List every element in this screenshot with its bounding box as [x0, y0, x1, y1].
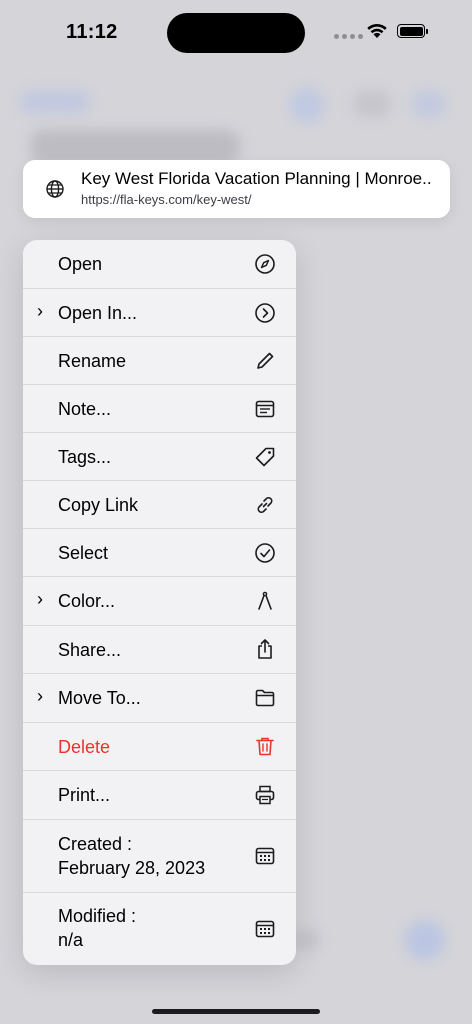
menu-item-label: Select [58, 543, 109, 563]
globe-icon [46, 180, 64, 198]
menu-item-label: Move To... [58, 688, 141, 708]
link-preview-card[interactable]: Key West Florida Vacation Planning | Mon… [23, 160, 450, 218]
folder-icon [255, 689, 275, 707]
blurred-toolbar-icon [412, 90, 446, 118]
created-heading: Created : [58, 834, 133, 854]
created-date: February 28, 2023 [58, 858, 206, 878]
menu-item-tags[interactable]: Tags... [23, 433, 296, 481]
link-url: https://fla-keys.com/key-west/ [81, 192, 252, 207]
modified-label: Modified : n/a [58, 904, 136, 952]
chevron-right-icon: › [37, 589, 43, 609]
status-bar: 11:12 [0, 0, 472, 60]
blurred-back-button [20, 90, 90, 114]
menu-item-label: Print... [58, 785, 111, 805]
note-icon [255, 400, 275, 418]
blurred-toolbar-icon [290, 88, 324, 122]
menu-item-print[interactable]: Print... [23, 771, 296, 820]
context-menu: Open › Open In... Rename Note... Tags... [23, 240, 296, 965]
calendar-icon [255, 920, 275, 938]
checkmark-circle-icon [255, 543, 275, 563]
modified-heading: Modified : [58, 906, 137, 926]
menu-item-move-to[interactable]: › Move To... [23, 674, 296, 723]
chevron-right-icon: › [37, 686, 43, 706]
menu-item-open[interactable]: Open [23, 240, 296, 289]
battery-icon [397, 24, 428, 38]
blurred-toolbar-icon [352, 90, 392, 118]
tag-icon [255, 447, 275, 467]
chevron-right-icon: › [37, 301, 43, 321]
calendar-icon [255, 847, 275, 865]
cellular-signal-icon [334, 34, 363, 39]
menu-item-label: Note... [58, 399, 112, 419]
menu-item-note[interactable]: Note... [23, 385, 296, 433]
menu-item-open-in[interactable]: › Open In... [23, 289, 296, 337]
menu-item-label: Tags... [58, 447, 112, 467]
home-indicator[interactable] [152, 1009, 320, 1014]
menu-item-delete[interactable]: Delete [23, 723, 296, 771]
menu-item-copy-link[interactable]: Copy Link [23, 481, 296, 529]
compass-icon [255, 254, 275, 274]
menu-item-created: Created : February 28, 2023 [23, 820, 296, 893]
menu-item-modified: Modified : n/a [23, 893, 296, 965]
chevron-circle-icon [255, 303, 275, 323]
compass-drawing-icon [258, 591, 272, 610]
pencil-icon [257, 352, 274, 369]
menu-item-label: Share... [58, 640, 122, 660]
trash-icon [256, 737, 274, 756]
modified-date: n/a [58, 930, 84, 950]
menu-item-share[interactable]: Share... [23, 626, 296, 674]
menu-item-label: Rename [58, 351, 127, 371]
menu-item-color[interactable]: › Color... [23, 577, 296, 626]
menu-item-label: Open In... [58, 303, 138, 323]
menu-item-label: Open [58, 254, 103, 274]
share-icon [258, 639, 272, 659]
blurred-page-title [30, 130, 240, 164]
menu-item-label: Color... [58, 591, 116, 611]
printer-icon [255, 785, 275, 805]
blurred-add-button [405, 920, 445, 960]
dynamic-island [167, 13, 305, 53]
link-icon [257, 497, 273, 513]
menu-item-label: Copy Link [58, 495, 139, 515]
menu-item-label: Delete [58, 737, 111, 757]
created-label: Created : February 28, 2023 [58, 832, 205, 880]
menu-item-select[interactable]: Select [23, 529, 296, 577]
link-title: Key West Florida Vacation Planning | Mon… [81, 169, 433, 188]
status-time: 11:12 [66, 21, 118, 43]
wifi-icon [367, 24, 387, 38]
menu-item-rename[interactable]: Rename [23, 337, 296, 385]
